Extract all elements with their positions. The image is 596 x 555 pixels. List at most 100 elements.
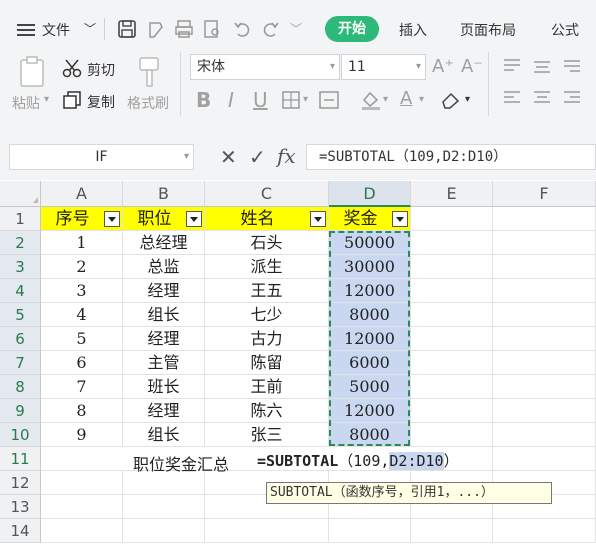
column-header-a[interactable]: A <box>41 181 123 207</box>
file-menu[interactable]: 文件 <box>42 20 70 40</box>
cell-c7[interactable]: 陈留 <box>205 351 329 375</box>
filter-dropdown-icon[interactable] <box>104 211 120 227</box>
row-header-6[interactable]: 6 <box>0 327 41 351</box>
scissors-icon[interactable] <box>62 58 82 82</box>
chevron-down-icon[interactable]: ▾ <box>465 94 470 105</box>
align-bottom-icon[interactable] <box>562 58 582 78</box>
row-header-8[interactable]: 8 <box>0 375 41 399</box>
align-left-icon[interactable] <box>502 90 522 110</box>
cut-button[interactable]: 剪切 <box>87 60 115 80</box>
cell-f1[interactable] <box>493 207 596 231</box>
underline-icon[interactable]: U <box>253 88 268 112</box>
row-header-9[interactable]: 9 <box>0 399 41 423</box>
cancel-icon[interactable]: ✕ <box>220 145 237 169</box>
italic-icon[interactable]: I <box>228 88 234 112</box>
cell-a2[interactable]: 1 <box>41 231 123 255</box>
chevron-down-icon[interactable]: ﹀ <box>84 20 96 37</box>
tab-home[interactable]: 开始 <box>325 16 379 42</box>
cell-c5[interactable]: 七少 <box>205 303 329 327</box>
tab-page-layout[interactable]: 页面布局 <box>460 20 516 40</box>
cell-b9[interactable]: 经理 <box>123 399 205 423</box>
row-header-4[interactable]: 4 <box>0 279 41 303</box>
row-header-12[interactable]: 12 <box>0 471 41 495</box>
increase-font-icon[interactable]: A⁺ <box>432 56 454 77</box>
merge-cells-icon[interactable] <box>318 90 340 114</box>
cell-e7[interactable] <box>411 351 493 375</box>
chevron-down-icon[interactable]: ▾ <box>44 94 49 105</box>
cell-a12[interactable] <box>41 471 123 495</box>
filter-dropdown-icon[interactable] <box>186 211 202 227</box>
row-header-14[interactable]: 14 <box>0 519 41 543</box>
cell-f5[interactable] <box>493 303 596 327</box>
cell-e1[interactable] <box>411 207 493 231</box>
cell-e2[interactable] <box>411 231 493 255</box>
decrease-font-icon[interactable]: A⁻ <box>461 56 483 77</box>
cell-c3[interactable]: 派生 <box>205 255 329 279</box>
cell-e4[interactable] <box>411 279 493 303</box>
format-painter-button[interactable]: 格式刷 <box>127 93 169 113</box>
cell-a4[interactable]: 3 <box>41 279 123 303</box>
cell-e14[interactable] <box>411 519 493 543</box>
editing-formula[interactable]: =SUBTOTAL（109,D2:D10） <box>257 450 459 471</box>
cell-c6[interactable]: 古力 <box>205 327 329 351</box>
cell-b10[interactable]: 组长 <box>123 423 205 447</box>
bold-icon[interactable]: B <box>196 88 211 112</box>
cell-b4[interactable]: 经理 <box>123 279 205 303</box>
filter-dropdown-icon[interactable] <box>392 211 408 227</box>
row-header-2[interactable]: 2 <box>0 231 41 255</box>
font-color-icon[interactable]: A <box>400 88 412 109</box>
tab-formulas[interactable]: 公式 <box>551 20 579 40</box>
cell-e9[interactable] <box>411 399 493 423</box>
undo-icon[interactable] <box>232 19 252 43</box>
cell-c4[interactable]: 王五 <box>205 279 329 303</box>
cell-f10[interactable] <box>493 423 596 447</box>
cell-a8[interactable]: 7 <box>41 375 123 399</box>
name-box[interactable]: IF ▾ <box>9 144 194 170</box>
font-name-select[interactable]: 宋体 ▾ <box>190 54 340 80</box>
column-header-b[interactable]: B <box>123 181 205 207</box>
cell-b6[interactable]: 经理 <box>123 327 205 351</box>
cell-a10[interactable]: 9 <box>41 423 123 447</box>
align-center-icon[interactable] <box>532 90 552 110</box>
cell-b5[interactable]: 组长 <box>123 303 205 327</box>
cell-b13[interactable] <box>123 495 205 519</box>
cell-e10[interactable] <box>411 423 493 447</box>
column-header-d[interactable]: D <box>329 181 411 207</box>
column-header-f[interactable]: F <box>493 181 596 207</box>
fill-color-icon[interactable] <box>360 90 382 114</box>
cell-b8[interactable]: 班长 <box>123 375 205 399</box>
cell-b3[interactable]: 总监 <box>123 255 205 279</box>
cell-f8[interactable] <box>493 375 596 399</box>
format-painter-icon[interactable] <box>137 56 161 92</box>
cell-c10[interactable]: 张三 <box>205 423 329 447</box>
chevron-down-icon[interactable]: ▾ <box>419 94 424 105</box>
eraser-icon[interactable] <box>440 90 462 114</box>
formula-input[interactable]: =SUBTOTAL（109,D2:D10） <box>306 144 596 170</box>
row-header-7[interactable]: 7 <box>0 351 41 375</box>
cell-f7[interactable] <box>493 351 596 375</box>
cell-c9[interactable]: 陈六 <box>205 399 329 423</box>
cell-b2[interactable]: 总经理 <box>123 231 205 255</box>
cell-f2[interactable] <box>493 231 596 255</box>
row-header-1[interactable]: 1 <box>0 207 41 231</box>
cell-e8[interactable] <box>411 375 493 399</box>
cell-a6[interactable]: 5 <box>41 327 123 351</box>
chevron-down-icon[interactable]: ▾ <box>383 94 388 105</box>
redo-icon[interactable] <box>261 19 281 43</box>
hamburger-menu-icon[interactable] <box>17 22 35 36</box>
column-header-c[interactable]: C <box>205 181 329 207</box>
align-top-icon[interactable] <box>502 58 522 78</box>
cell-f6[interactable] <box>493 327 596 351</box>
confirm-icon[interactable]: ✓ <box>249 145 266 169</box>
font-size-select[interactable]: 11 ▾ <box>341 54 426 80</box>
select-all-corner[interactable] <box>0 181 41 207</box>
cell-f14[interactable] <box>493 519 596 543</box>
cell-f9[interactable] <box>493 399 596 423</box>
cell-e3[interactable] <box>411 255 493 279</box>
save-icon[interactable] <box>117 19 137 43</box>
copy-button[interactable]: 复制 <box>87 92 115 112</box>
cell-c8[interactable]: 王前 <box>205 375 329 399</box>
cell-a13[interactable] <box>41 495 123 519</box>
chevron-down-icon[interactable]: ﹀ <box>290 20 302 37</box>
cell-f3[interactable] <box>493 255 596 279</box>
